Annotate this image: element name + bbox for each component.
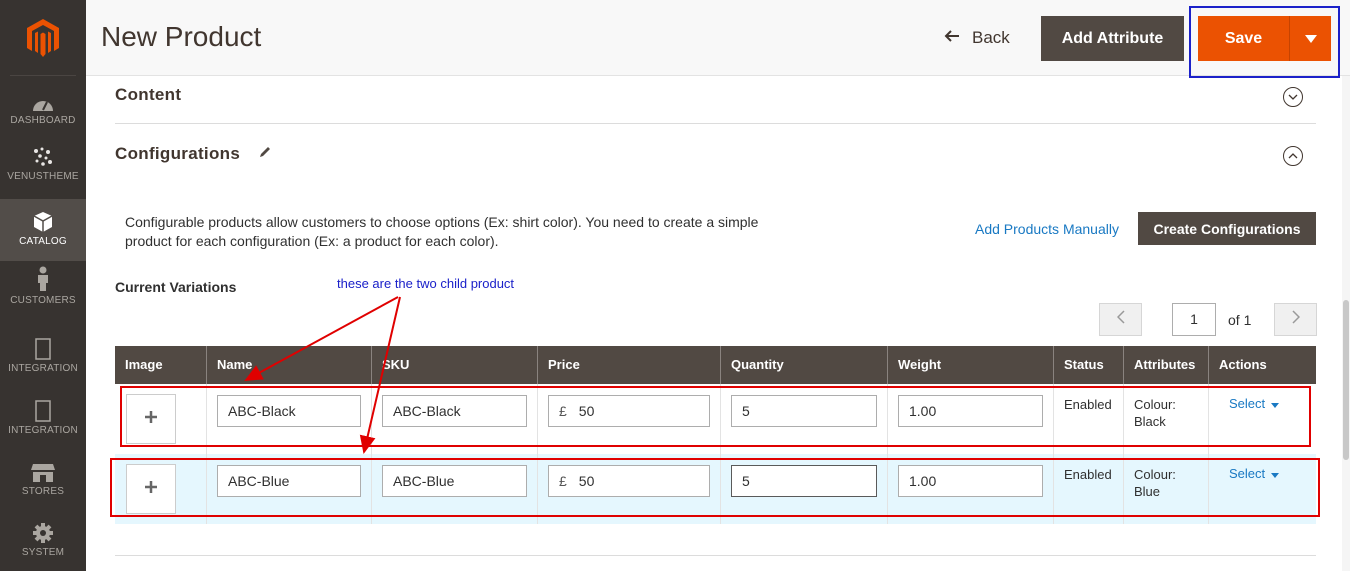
annotation-arrow-1 [244,296,399,381]
section-divider [115,555,1316,556]
annotation-arrows [244,296,401,454]
scrollbar-thumb[interactable] [1343,300,1349,460]
annotation-arrow-2 [359,296,401,454]
